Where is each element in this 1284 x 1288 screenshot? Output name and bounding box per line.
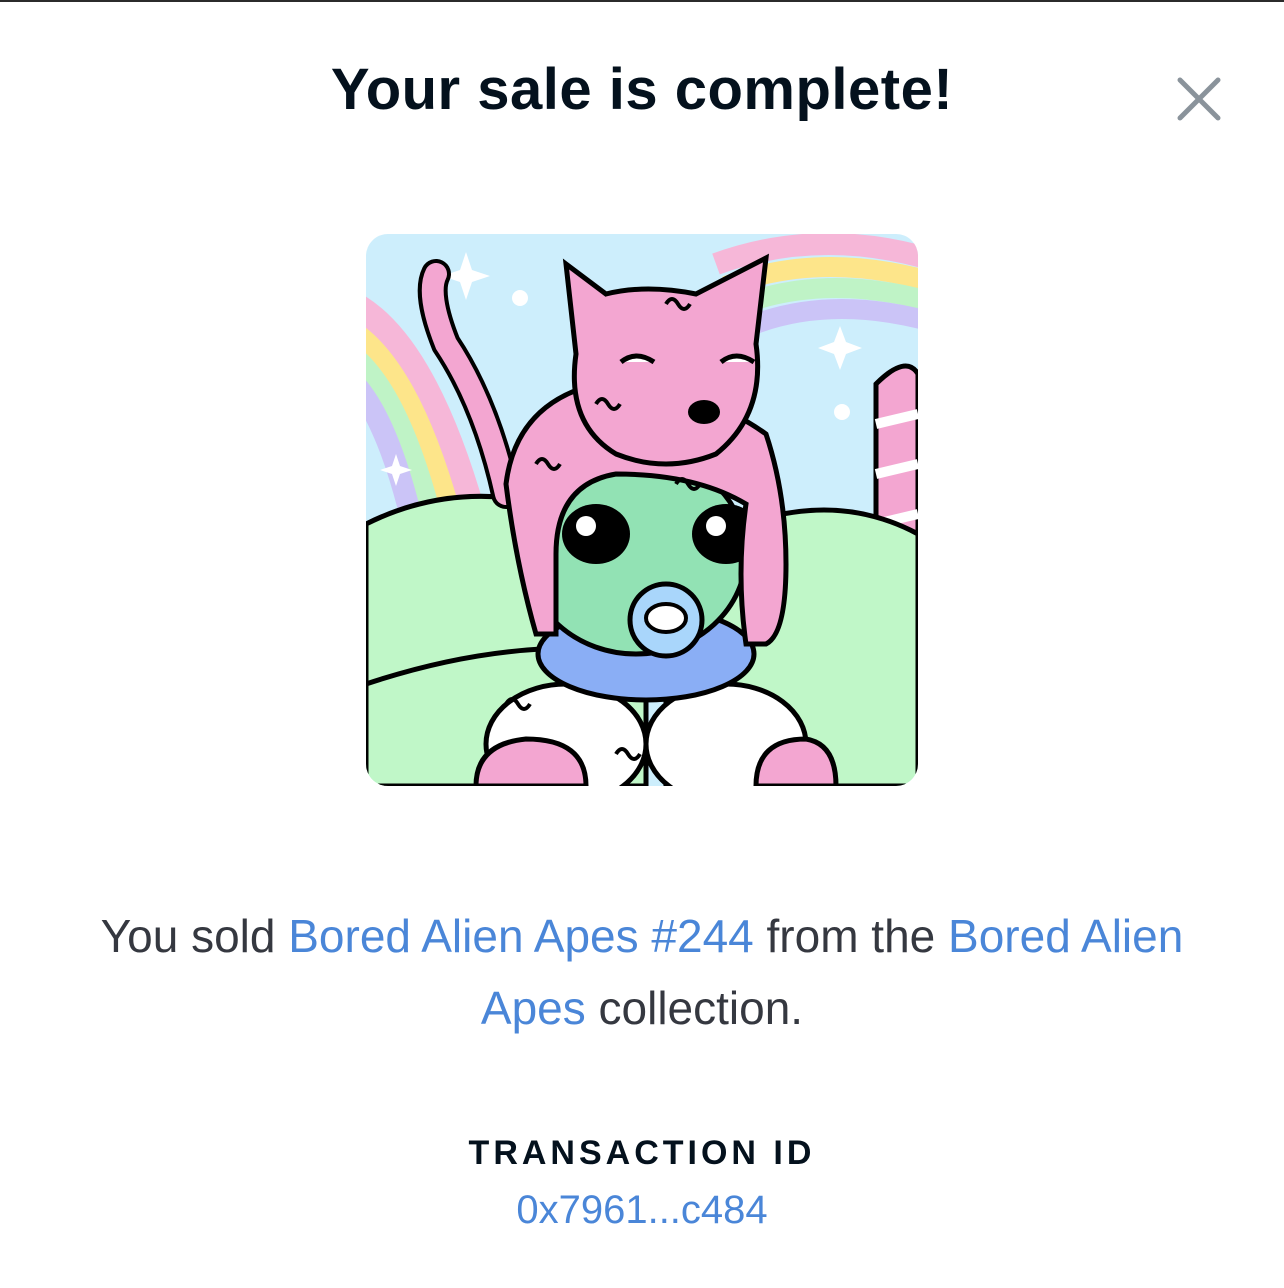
close-icon	[1177, 77, 1221, 121]
message-suffix: collection.	[585, 982, 804, 1034]
nft-image	[366, 234, 918, 786]
dialog-title: Your sale is complete!	[330, 57, 954, 122]
top-divider	[0, 0, 1284, 2]
message-middle: from the	[753, 910, 949, 962]
close-button[interactable]	[1172, 72, 1226, 126]
nft-artwork	[366, 234, 918, 786]
sale-message: You sold Bored Alien Apes #244 from the …	[60, 900, 1224, 1044]
item-link[interactable]: Bored Alien Apes #244	[288, 910, 753, 962]
transaction-id-link[interactable]: 0x7961...c484	[0, 1188, 1284, 1233]
message-prefix: You sold	[100, 910, 289, 962]
transaction-id-label: TRANSACTION ID	[468, 1134, 816, 1172]
sale-complete-dialog: Your sale is complete! You sold Bored Al…	[0, 0, 1284, 1288]
